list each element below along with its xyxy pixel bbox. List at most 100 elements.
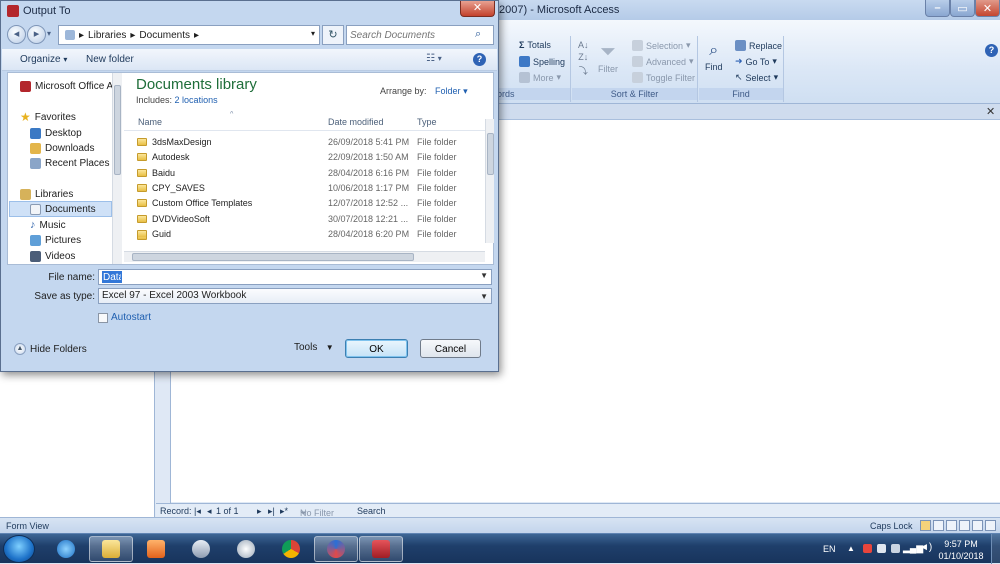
minimize-button[interactable]: –: [925, 0, 950, 17]
language-indicator[interactable]: EN: [823, 544, 836, 554]
cancel-button[interactable]: Cancel: [420, 339, 481, 358]
arrange-by-dropdown[interactable]: Folder ▾: [435, 86, 468, 96]
swirl-app-icon[interactable]: [314, 536, 358, 562]
forward-button[interactable]: ▸: [27, 25, 46, 44]
last-record-icon[interactable]: ▸|: [268, 506, 275, 517]
file-row[interactable]: 3dsMaxDesign 26/09/2018 5:41 PM File folde…: [124, 135, 485, 150]
sidebar-item-pictures[interactable]: Pictures: [30, 232, 122, 248]
sidebar-item-documents[interactable]: Documents: [9, 201, 112, 217]
file-row-partial[interactable]: [124, 237, 485, 245]
views-button[interactable]: ☷ ▾: [426, 53, 442, 64]
display-icon[interactable]: [891, 544, 900, 553]
filter-button[interactable]: ⏷ Filter: [598, 42, 618, 74]
file-list-hscroll-thumb[interactable]: [132, 253, 414, 261]
sidebar-item-access[interactable]: Microsoft Office Ac: [20, 78, 122, 94]
device-icon[interactable]: [877, 544, 886, 553]
column-name[interactable]: Name: [138, 117, 162, 127]
search-box[interactable]: ⌕: [346, 25, 494, 45]
toggle-filter-button[interactable]: Toggle Filter: [632, 72, 695, 83]
internet-explorer-icon[interactable]: [44, 536, 88, 562]
previous-record-icon[interactable]: ◂: [207, 506, 212, 517]
spelling-button[interactable]: Spelling: [519, 56, 565, 67]
file-name-field[interactable]: ▼: [98, 269, 492, 285]
breadcrumb-libraries[interactable]: Libraries: [88, 30, 126, 41]
media-player-icon[interactable]: [134, 536, 178, 562]
sidebar-item-videos[interactable]: Videos: [30, 248, 122, 264]
pivot-table-icon[interactable]: [946, 520, 957, 531]
tray-expand-icon[interactable]: ▲: [847, 544, 855, 553]
snipping-tool-icon[interactable]: [179, 536, 223, 562]
dialog-close-button[interactable]: ✕: [460, 1, 495, 17]
access-icon[interactable]: [359, 536, 403, 562]
more-button[interactable]: More ▾: [519, 72, 561, 83]
sidebar-item-desktop[interactable]: Desktop: [30, 125, 122, 141]
find-button[interactable]: ⌕ Find: [705, 42, 723, 72]
save-as-type-select[interactable]: Excel 97 - Excel 2003 Workbook ▼: [98, 288, 492, 304]
record-selector[interactable]: [156, 370, 171, 503]
sidebar-item-libraries[interactable]: Libraries: [20, 186, 122, 202]
select-button[interactable]: ↖ Select ▾: [735, 72, 778, 83]
tools-button[interactable]: Tools ▼: [294, 342, 334, 353]
locations-link[interactable]: 2 locations: [175, 95, 218, 105]
column-type[interactable]: Type: [417, 117, 437, 127]
column-date[interactable]: Date modified: [328, 117, 384, 127]
new-record-icon[interactable]: ▸*: [280, 506, 288, 517]
advanced-button[interactable]: Advanced ▾: [632, 56, 694, 67]
record-position[interactable]: 1 of 1: [216, 506, 239, 516]
first-record-icon[interactable]: |◂: [194, 506, 201, 517]
clock[interactable]: 9:57 PM 01/10/2018: [935, 538, 987, 562]
chevron-down-icon[interactable]: ▾: [311, 29, 315, 38]
system-tool-icon[interactable]: [224, 536, 268, 562]
file-name-input[interactable]: [102, 271, 122, 283]
new-folder-button[interactable]: New folder: [86, 54, 134, 65]
layout-view-icon[interactable]: [972, 520, 983, 531]
selection-button[interactable]: Selection ▾: [632, 40, 691, 51]
help-icon[interactable]: ?: [473, 53, 486, 66]
file-list-scrollbar[interactable]: [485, 119, 494, 243]
record-search[interactable]: Search: [357, 506, 386, 516]
sort-buttons[interactable]: A↓ Z↓ ⤵: [578, 40, 589, 77]
sidebar-item-downloads[interactable]: Downloads: [30, 140, 122, 156]
address-bar[interactable]: ▸ Libraries ▸ Documents ▸ ▾: [58, 25, 320, 45]
file-explorer-icon[interactable]: [89, 536, 133, 562]
back-button[interactable]: ◂: [7, 25, 26, 44]
sidebar-item-music[interactable]: ♪ Music: [30, 217, 122, 233]
file-row[interactable]: Autodesk 22/09/2018 1:50 AM File folder: [124, 150, 485, 165]
file-list-scroll-thumb[interactable]: [487, 133, 494, 175]
recent-pages-icon[interactable]: ▾: [47, 29, 51, 38]
pivot-chart-icon[interactable]: [959, 520, 970, 531]
sidebar-scroll-thumb[interactable]: [114, 85, 121, 175]
action-center-icon[interactable]: [863, 544, 872, 553]
datasheet-view-icon[interactable]: [933, 520, 944, 531]
file-row[interactable]: DVDVideoSoft 30/07/2018 12:21 ... File fol…: [124, 212, 485, 227]
help-icon[interactable]: ?: [985, 44, 998, 57]
sidebar-scrollbar[interactable]: [112, 73, 122, 264]
maximize-button[interactable]: ▭: [950, 0, 975, 17]
breadcrumb-documents[interactable]: Documents: [139, 30, 190, 41]
start-button[interactable]: [3, 535, 35, 563]
design-view-icon[interactable]: [985, 520, 996, 531]
organize-button[interactable]: Organize ▾: [20, 54, 67, 65]
totals-button[interactable]: Σ Totals: [519, 40, 551, 50]
goto-button[interactable]: ➜ Go To ▾: [735, 56, 777, 67]
replace-button[interactable]: Replace: [735, 40, 782, 51]
chrome-icon[interactable]: [269, 536, 313, 562]
sidebar-item-recent-places[interactable]: Recent Places: [30, 155, 122, 171]
sidebar-item-favorites[interactable]: ★ Favorites: [20, 109, 122, 125]
form-view-icon[interactable]: [920, 520, 931, 531]
file-row[interactable]: CPY_SAVES 10/06/2018 1:17 PM File folder: [124, 181, 485, 196]
volume-icon[interactable]: ◄): [919, 542, 932, 553]
autostart-option[interactable]: Autostart: [98, 312, 151, 323]
file-row[interactable]: Custom Office Templates 12/07/2018 12:52 …: [124, 196, 485, 211]
hide-folders-button[interactable]: ▲ Hide Folders: [14, 343, 87, 355]
show-desktop-button[interactable]: [991, 534, 1000, 564]
refresh-button[interactable]: ↻: [322, 25, 344, 45]
close-button[interactable]: ✕: [975, 0, 1000, 17]
chevron-down-icon[interactable]: ▼: [480, 271, 488, 280]
file-list-hscrollbar[interactable]: [124, 251, 485, 262]
next-record-icon[interactable]: ▸: [257, 506, 262, 517]
close-document-icon[interactable]: ✕: [986, 105, 995, 118]
file-row[interactable]: Baidu 28/04/2018 6:16 PM File folder: [124, 166, 485, 181]
autostart-checkbox[interactable]: [98, 312, 108, 323]
search-input[interactable]: [350, 28, 470, 42]
